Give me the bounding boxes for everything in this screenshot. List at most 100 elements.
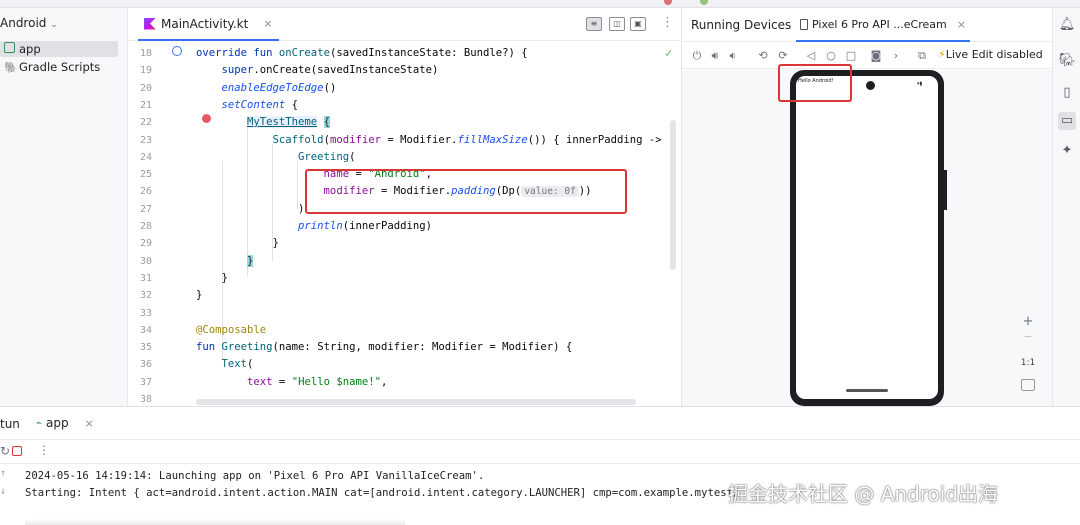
phone-side-button [944,170,947,210]
horizontal-scrollbar[interactable] [196,399,636,405]
lightning-icon: ⚡ [938,48,946,61]
code-token: fun [196,341,222,354]
gradle-icon: 🐘 [4,61,18,74]
code-token: { [285,98,299,111]
tree-item-app[interactable]: app [0,41,118,57]
live-edit-status[interactable]: ⚡Live Edit disabled [938,48,1043,61]
running-devices-title: Running Devices [691,18,792,32]
run-panel-title: tun [0,417,20,431]
code-token: Text [196,358,248,371]
fit-screen-icon[interactable] [1021,379,1035,391]
zoom-actual-size-button[interactable]: 1:1 [1018,358,1038,368]
line-number: 25 [139,169,152,181]
code-line: enableEdgeToEdge() [196,80,337,97]
line-number: 33 [139,307,152,319]
close-icon[interactable]: × [263,17,272,30]
rotate-left-icon[interactable]: ⟲ [757,50,769,62]
code-token[interactable]: MyTestTheme [247,116,318,129]
tab-pixel-device[interactable]: Pixel 6 Pro API ...eCream × [796,8,970,42]
tab-mainactivity[interactable]: MainActivity.kt × [138,8,279,41]
code-token: Scaffold [196,133,324,146]
code-token: } [247,254,254,267]
code-token: (savedInstanceState: Bundle?) { [329,47,528,59]
home-indicator [846,389,888,392]
notifications-icon[interactable]: 🔔︎ [1058,16,1076,34]
device-toolbar: ⏻ 🔊︎ 🔉︎ ⟲ ⟳ ◁ ○ □ ◙ › ⧉ ⚡Live Edit disab… [682,43,1053,69]
code-token: (innerPadding) [342,220,432,232]
code-token: .onCreate(savedInstanceState) [253,64,439,77]
code-token: text [196,375,273,388]
code-token: = [272,375,292,388]
zoom-in-button[interactable]: + [1018,314,1038,329]
gemini-icon[interactable]: ✦ [1058,142,1076,160]
code-token: () [323,81,337,94]
line-number: 21 [139,99,152,111]
stop-icon[interactable] [12,446,22,456]
scroll-down-icon[interactable]: ↓ [0,486,6,497]
watermark: 掘金技术社区 @ Android出海 [728,482,999,506]
line-number: 32 [139,290,152,302]
zoom-out-button[interactable]: ― [1018,332,1038,340]
code-token: enableEdgeToEdge [196,81,324,94]
phone-screen[interactable]: Hello Android! ▾▮ [796,76,938,399]
rerun-icon[interactable]: ↻ [0,444,10,458]
vertical-scrollbar[interactable] [670,120,676,270]
phone-frame: Hello Android! ▾▮ [790,70,944,406]
line-number: 18 [139,48,152,59]
mirror-icon[interactable]: ⧉ [916,50,928,62]
console-line: 2024-05-16 14:19:14: Launching app on 'P… [25,470,485,482]
code-token: onCreate [278,47,330,59]
code-token: modifier [329,133,381,146]
phone-icon [800,18,808,30]
code-line: setContent { [196,97,299,114]
status-icons: ▾▮ [917,81,923,87]
line-number-gutter: 18 19 20 21 22 23 24 25 26 27 28 29 30 31 32 33 34 35 36 37… [128,41,211,406]
gradle-icon[interactable]: 🐘︎ [1058,52,1076,70]
window-dot-icon [664,0,672,5]
code-line: super.onCreate(savedInstanceState) [196,62,439,79]
camera-icon[interactable]: ◙ [870,50,882,62]
split-view-button[interactable]: ◫ [609,17,625,31]
checkmark-icon: ✓ [665,46,673,60]
chevron-right-icon[interactable]: › [890,50,902,62]
more-icon[interactable]: ⋮ [661,15,674,30]
volume-down-icon[interactable]: 🔉︎ [727,50,739,62]
code-token: fillMaxSize [457,133,528,146]
code-token: ) [196,202,305,215]
code-token: } [196,271,228,284]
code-token: } [196,237,279,250]
overview-icon[interactable]: □ [845,50,857,62]
override-marker-icon[interactable] [172,46,182,56]
more-icon[interactable]: ⋮ [38,443,50,457]
line-number: 29 [139,238,152,250]
back-icon[interactable]: ◁ [805,50,817,62]
right-tool-rail: 🔔︎ 🐘︎ ▯ ▭ ✦ [1052,8,1080,406]
close-icon[interactable]: × [85,417,94,430]
module-folder-icon [4,42,15,53]
rotate-right-icon[interactable]: ⟳ [777,50,789,62]
title-strip [0,0,1080,8]
run-panel-header: tun ⌁ app × [0,406,1080,440]
volume-up-icon[interactable]: 🔊︎ [709,50,721,62]
window-dot-icon [700,0,708,5]
run-tab-app[interactable]: ⌁ app × [36,416,94,430]
power-icon[interactable]: ⏻ [691,50,703,62]
close-icon[interactable]: × [957,18,966,31]
highlight-box [778,64,852,102]
camera-cutout-icon [866,81,875,90]
device-canvas: Hello Android! ▾▮ + ― 1:1 [682,64,1053,406]
code-editor[interactable]: override fun onCreate(savedInstanceState… [196,41,680,406]
console-line: Starting: Intent { act=android.intent.ac… [25,487,740,499]
project-view-selector[interactable]: Android ⌄ [0,16,58,36]
kotlin-file-icon [144,17,156,30]
code-view-button[interactable]: ≡ [586,17,602,31]
home-icon[interactable]: ○ [825,50,837,62]
running-devices-icon[interactable]: ▭ [1058,112,1076,130]
design-view-button[interactable]: ▣ [630,17,646,31]
line-number: 36 [139,359,152,371]
scroll-up-icon[interactable]: ↑ [0,468,6,479]
device-manager-icon[interactable]: ▯ [1058,84,1076,102]
